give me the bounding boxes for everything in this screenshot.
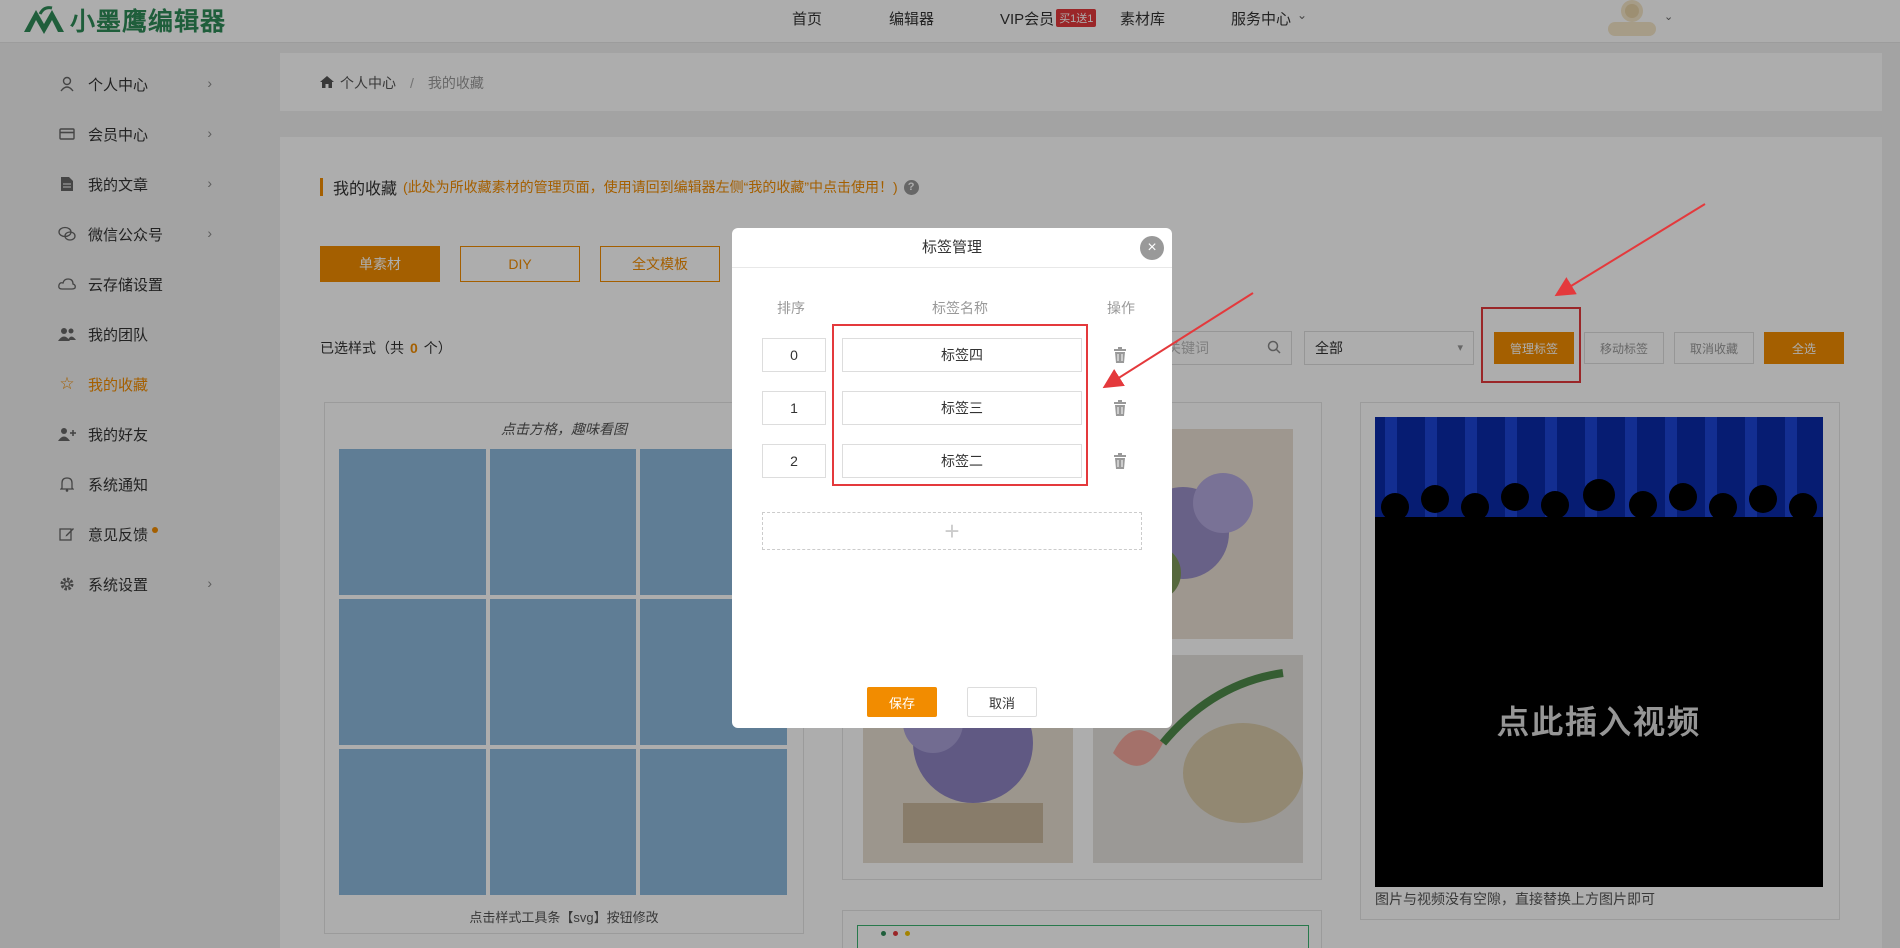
trash-icon[interactable] (1112, 400, 1128, 416)
col-header-action: 操作 (1107, 300, 1135, 316)
tag-order-input[interactable]: 0 (762, 338, 826, 372)
add-tag-button[interactable]: + (762, 512, 1142, 550)
tag-order-input[interactable]: 1 (762, 391, 826, 425)
close-icon[interactable]: × (1140, 236, 1164, 260)
tag-order-input[interactable]: 2 (762, 444, 826, 478)
cancel-button[interactable]: 取消 (967, 687, 1037, 717)
col-header-name: 标签名称 (932, 300, 988, 316)
save-button[interactable]: 保存 (867, 687, 937, 717)
tag-management-dialog: 标签管理 × 排序 标签名称 操作 0 标签四 1 标签三 2 标签二 + 保存… (732, 228, 1172, 728)
col-header-order: 排序 (777, 300, 805, 316)
dialog-title: 标签管理 (732, 228, 1172, 268)
trash-icon[interactable] (1112, 453, 1128, 469)
trash-icon[interactable] (1112, 347, 1128, 363)
annotation-highlight-box (832, 324, 1088, 486)
